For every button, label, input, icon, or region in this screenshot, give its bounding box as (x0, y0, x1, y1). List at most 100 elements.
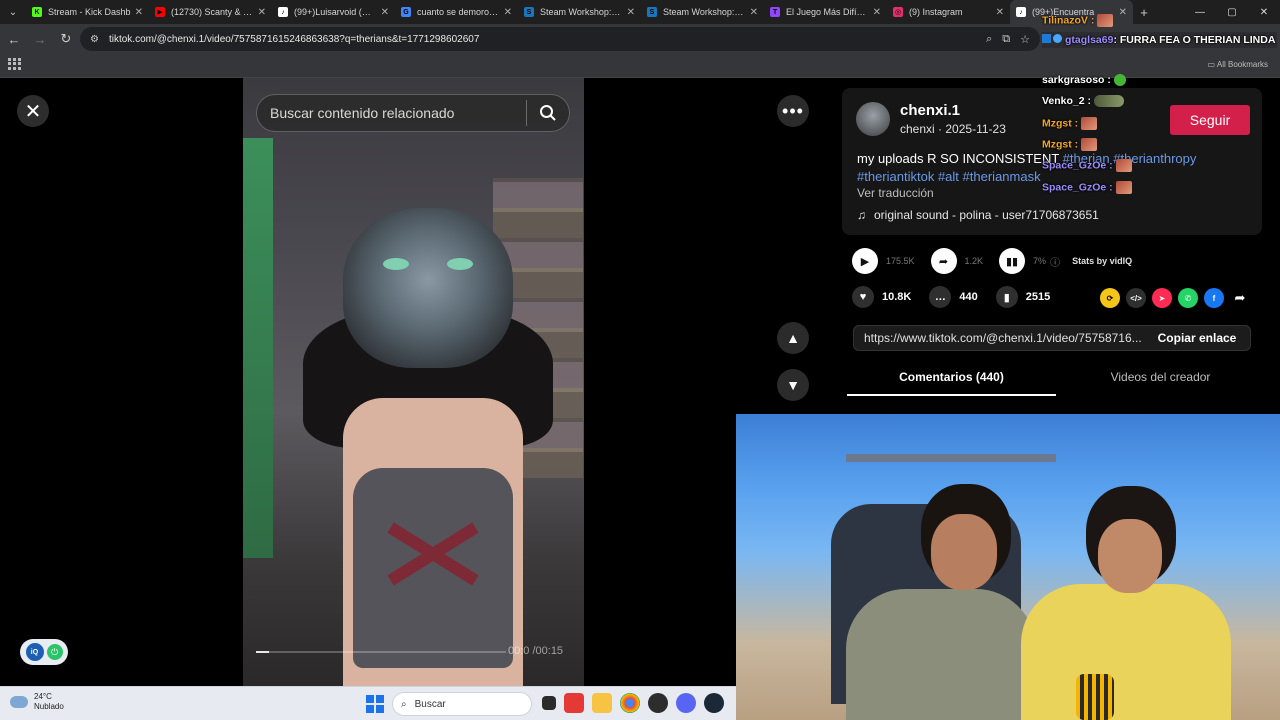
embed-icon[interactable]: </> (1126, 288, 1146, 308)
tab-close-icon[interactable]: ✕ (996, 7, 1004, 18)
browser-tab[interactable]: ♪ (99+)Luisarvoid (@lu ✕ (272, 0, 395, 24)
search-icon: ⌕ (401, 698, 407, 710)
browser-tab[interactable]: S Steam Workshop::Xd ✕ (518, 0, 641, 24)
tab-close-icon[interactable]: ✕ (135, 7, 143, 18)
tab-close-icon[interactable]: ✕ (504, 7, 512, 18)
chat-emote-icon (1115, 159, 1132, 172)
omnibox[interactable]: ⚙ tiktok.com/@chenxi.1/video/75758716152… (80, 27, 1040, 51)
save-button[interactable]: ▮ 2515 (995, 286, 1050, 308)
speaker-lamp (1076, 674, 1114, 720)
tab-comments[interactable]: Comentarios (440) (847, 364, 1056, 396)
app-red-icon[interactable] (564, 693, 584, 713)
browser-tab[interactable]: ◎ (9) Instagram ✕ (887, 0, 1010, 24)
tab-title: (9) Instagram (909, 7, 963, 17)
facebook-icon[interactable]: f (1204, 288, 1224, 308)
more-options-button[interactable]: ••• (777, 95, 809, 127)
display-name[interactable]: chenxi (900, 122, 935, 136)
video-progress-bar[interactable] (256, 651, 506, 653)
tab-close-icon[interactable]: ✕ (750, 7, 758, 18)
tab-title: (99+)Luisarvoid (@lu (294, 7, 377, 17)
weather-widget[interactable]: 24°C Nublado (10, 692, 64, 712)
bookmark-star-icon[interactable]: ☆ (1020, 33, 1030, 46)
author-subline: chenxi · 2025-11-23 (900, 122, 1006, 136)
like-button[interactable]: ♥ 10.8K (852, 286, 911, 308)
browser-tab[interactable]: Gcuanto se demoro ka ✕ (395, 0, 518, 24)
xbox-icon[interactable] (648, 693, 668, 713)
forward-icon[interactable]: → (28, 27, 52, 51)
music-note-icon: ♫ (857, 208, 866, 222)
related-search-input[interactable] (270, 105, 520, 121)
info-icon[interactable]: ⓘ (1050, 254, 1060, 269)
windows-start-icon[interactable] (366, 695, 384, 713)
install-icon[interactable]: ⧉ (1002, 33, 1010, 46)
comment-button[interactable]: … 440 (929, 286, 978, 308)
tab-close-icon[interactable]: ✕ (873, 7, 881, 18)
chat-username: sarkgrasoso : (1042, 74, 1111, 86)
hashtag-link[interactable]: #theriantiktok (857, 169, 934, 184)
repost-icon[interactable]: ⟳ (1100, 288, 1120, 308)
send-icon[interactable]: ➤ (1152, 288, 1172, 308)
browser-tab[interactable]: ▶ (12730) Scanty & Kn ✕ (149, 0, 272, 24)
apps-grid-icon[interactable] (8, 58, 21, 70)
previous-video-button[interactable]: ▲ (777, 322, 809, 354)
chat-message: Venko_2 : (1042, 95, 1125, 108)
tab-close-icon[interactable]: ✕ (381, 7, 389, 18)
tab-title: (12730) Scanty & Kn (171, 7, 254, 17)
search-icon[interactable] (527, 104, 569, 122)
tab-search-icon[interactable]: ⌄ (0, 0, 26, 24)
reload-icon[interactable]: ↻ (54, 27, 78, 51)
video-subject (243, 78, 553, 686)
see-translation-link[interactable]: Ver traducción (857, 186, 934, 200)
related-search-bar[interactable] (256, 94, 570, 132)
bars-chart-icon[interactable]: ▮▮ (999, 248, 1026, 274)
username[interactable]: chenxi.1 (900, 102, 960, 119)
share-arrow-icon[interactable]: ➦ (930, 248, 957, 274)
sound-name[interactable]: original sound - polina - user7170687365… (874, 208, 1099, 222)
chat-emote-icon (1113, 74, 1126, 87)
close-video-button[interactable]: ✕ (17, 95, 49, 127)
tab-creator-videos[interactable]: Videos del creador (1056, 364, 1265, 396)
chat-username: Space_GzOe : (1042, 181, 1113, 194)
taskbar-search[interactable]: ⌕ Buscar (392, 692, 532, 716)
power-icon[interactable]: ⏻ (46, 644, 63, 660)
hashtag-link[interactable]: #therianmask (963, 169, 1041, 184)
chat-highlight-user: gtaglsa69 (1065, 34, 1114, 46)
tab-close-icon[interactable]: ✕ (627, 7, 635, 18)
next-video-button[interactable]: ▼ (777, 369, 809, 401)
task-view-icon[interactable] (542, 696, 556, 710)
whatsapp-icon[interactable]: ✆ (1178, 288, 1198, 308)
sound-link[interactable]: ♫ original sound - polina - user71706873… (857, 208, 1099, 222)
video-link[interactable]: https://www.tiktok.com/@chenxi.1/video/7… (854, 331, 1144, 345)
tab-close-icon[interactable]: ✕ (258, 7, 266, 18)
tab-title: Steam Workshop::XD (663, 7, 746, 17)
extension-widget[interactable]: iQ ⏻ (20, 639, 68, 665)
url-text[interactable]: tiktok.com/@chenxi.1/video/7575871615246… (109, 34, 986, 45)
avatar[interactable] (856, 102, 890, 136)
like-count: 10.8K (882, 291, 912, 303)
steam-icon[interactable] (704, 693, 724, 713)
more-share-icon[interactable]: ➦ (1230, 288, 1250, 308)
stream-chat-overlay: gtaglsa69: FURRA FEA O THERIAN LINDA Til… (1042, 0, 1277, 200)
chrome-icon[interactable] (620, 693, 640, 713)
tabs-container: K Stream - Kick Dashb ✕ ▶ (12730) Scanty & K… (26, 0, 1133, 24)
play-icon[interactable]: ▶ (852, 248, 878, 274)
browser-tab[interactable]: S Steam Workshop::XD ✕ (641, 0, 764, 24)
back-icon[interactable]: ← (2, 27, 26, 51)
zoom-icon[interactable]: ⌕ (986, 33, 992, 46)
discord-icon[interactable] (676, 693, 696, 713)
tab-favicon-icon: ▶ (155, 7, 165, 17)
tab-title: Stream - Kick Dashb (48, 7, 131, 17)
more-dots-icon: ••• (782, 100, 804, 121)
copy-link-box: https://www.tiktok.com/@chenxi.1/video/7… (853, 325, 1251, 351)
comment-icon: … (929, 286, 952, 308)
weather-condition: Nublado (34, 702, 64, 711)
video-player[interactable] (243, 78, 584, 686)
site-info-icon[interactable]: ⚙ (90, 34, 99, 45)
streamer-right-body (1021, 584, 1231, 720)
browser-tab[interactable]: K Stream - Kick Dashb ✕ (26, 0, 149, 24)
browser-tab[interactable]: T El Juego Más Difícil d ✕ (764, 0, 887, 24)
copy-link-button[interactable]: Copiar enlace (1144, 331, 1250, 345)
hashtag-link[interactable]: #alt (938, 169, 959, 184)
vidiq-label[interactable]: Stats by vidIQ (1072, 256, 1132, 266)
file-explorer-icon[interactable] (592, 693, 612, 713)
